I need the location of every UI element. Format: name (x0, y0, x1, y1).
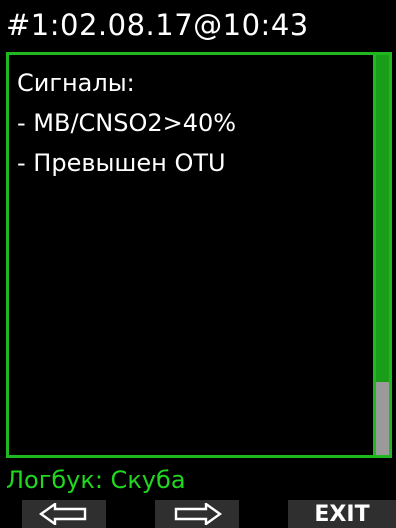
previous-button[interactable] (22, 500, 106, 528)
scrollbar[interactable] (373, 55, 389, 455)
alarm-item-cns: - MB/CNSO2>40% (17, 109, 237, 137)
arrow-left-icon (39, 503, 89, 525)
logbook-mode-label: Логбук: Скуба (6, 466, 186, 494)
softkey-bar: EXIT (0, 500, 396, 528)
arrow-right-icon (172, 503, 222, 525)
log-entry-title: #1:02.08.17@10:43 (0, 0, 396, 50)
alarms-panel: Сигналы: - MB/CNSO2>40% - Превышен OTU (6, 52, 392, 458)
alarms-content: Сигналы: - MB/CNSO2>40% - Превышен OTU (17, 63, 236, 183)
alarm-item-otu: - Превышен OTU (17, 149, 226, 177)
scroll-thumb[interactable] (376, 382, 389, 455)
log-entry-title-text: #1:02.08.17@10:43 (6, 8, 309, 42)
next-button[interactable] (155, 500, 239, 528)
alarms-heading: Сигналы: (17, 69, 135, 97)
exit-button-label: EXIT (314, 501, 370, 527)
exit-button[interactable]: EXIT (288, 500, 396, 528)
